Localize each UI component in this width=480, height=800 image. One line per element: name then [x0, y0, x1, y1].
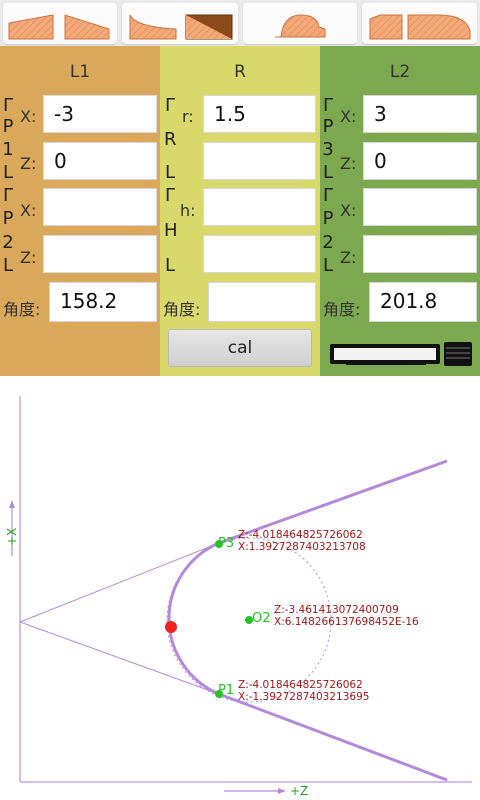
- r-panel: R Γ R L r: 1.5 Γ H L h: 角度:: [160, 46, 320, 376]
- l2-p2-bracket-p: P: [322, 208, 334, 229]
- tab-straight-taper[interactable]: [3, 3, 117, 44]
- l1-x1-input[interactable]: -3: [43, 95, 157, 133]
- tab-step-arc[interactable]: [362, 3, 477, 44]
- l1-x2-label: X:: [20, 201, 37, 220]
- l2-p2-bracket-bottom: L: [322, 255, 334, 276]
- l2-z2-label: Z:: [340, 248, 357, 267]
- l2-z1-label: Z:: [340, 154, 357, 173]
- p3-bracket-top: Γ: [322, 95, 334, 116]
- toolpath-graph[interactable]: +X +Z P3 Z:-4.018464825726062 X:1.392728…: [0, 376, 480, 800]
- o2-label: O2: [252, 611, 271, 626]
- l2-z2-input[interactable]: [363, 235, 477, 273]
- l1-z2-label: Z:: [20, 248, 37, 267]
- p3-bracket-bottom: L: [322, 162, 334, 183]
- h-label: h:: [180, 201, 196, 220]
- l2-x1-label: X:: [340, 107, 357, 126]
- p1-x-value: X:-1.3927287403213695: [238, 691, 369, 703]
- r-label: r:: [182, 107, 194, 126]
- h-bracket-bottom: L: [164, 255, 176, 276]
- monitor-keyboard-icon[interactable]: [326, 340, 476, 368]
- l1-x1-label: X:: [20, 107, 37, 126]
- l1-z2-input[interactable]: [43, 235, 157, 273]
- z-arrow-head-icon: [278, 788, 286, 794]
- lower-profile-line: [218, 692, 448, 782]
- l1-angle-label: 角度:: [3, 300, 41, 319]
- h-bracket-h: H: [164, 220, 178, 241]
- shape-tab-bar: [0, 0, 480, 46]
- l1-z1-input[interactable]: 0: [43, 142, 157, 180]
- r-angle-label: 角度:: [163, 300, 201, 319]
- l1-angle-input[interactable]: 158.2: [49, 282, 157, 322]
- o2-z-value: Z:-3.461413072400709: [274, 604, 399, 616]
- l2-angle-input[interactable]: 201.8: [369, 282, 477, 322]
- r-angle-input[interactable]: [208, 282, 316, 322]
- l2-panel: L2 Γ P 3 L X: 3 Z: 0 Γ P 2 L X: Z: 角度: 2…: [320, 46, 480, 376]
- p1-bracket-bottom: L: [2, 162, 14, 183]
- r-input[interactable]: 1.5: [203, 95, 316, 133]
- h-input-2[interactable]: [203, 235, 316, 273]
- l2-angle-label: 角度:: [323, 300, 361, 319]
- straight-taper-shapes-icon: [8, 14, 110, 40]
- p1-bracket-num: 1: [2, 139, 14, 160]
- l2-title: L2: [389, 62, 411, 82]
- z-axis-label: +Z: [290, 784, 308, 798]
- p2-bracket-p: P: [2, 208, 14, 229]
- step-arc-shapes-icon: [369, 14, 471, 40]
- l2-x1-input[interactable]: 3: [363, 95, 477, 133]
- current-position-marker[interactable]: [165, 621, 177, 633]
- r-bracket-top: Γ: [164, 95, 176, 116]
- p3-label: P3: [218, 536, 234, 551]
- l2-p2-bracket-num: 2: [322, 232, 334, 253]
- p2-bracket-top: Γ: [2, 185, 14, 206]
- l1-z1-label: Z:: [20, 154, 37, 173]
- p2-bracket-bottom: L: [2, 255, 14, 276]
- h-input[interactable]: [203, 188, 316, 226]
- p1-bracket-top: Γ: [2, 95, 14, 116]
- l1-panel: L1 Γ P 1 L X: -3 Z: 0 Γ P 2 L X: Z: 角度: …: [0, 46, 160, 376]
- h-bracket-top: Γ: [164, 185, 176, 206]
- p1-label: P1: [218, 683, 234, 698]
- l1-x2-input[interactable]: [43, 188, 157, 226]
- tab-inner-corner[interactable]: [122, 3, 238, 44]
- cal-button[interactable]: cal: [168, 329, 312, 367]
- upper-construction-line: [19, 542, 220, 623]
- p3-bracket-num: 3: [322, 139, 334, 160]
- lower-construction-line: [19, 621, 220, 695]
- p2-bracket-num: 2: [2, 232, 14, 253]
- x-arrow-head-icon: [9, 500, 15, 508]
- l2-p2-bracket-top: Γ: [322, 185, 334, 206]
- p1-bracket-p: P: [2, 116, 14, 137]
- profile-arc: [167, 541, 220, 696]
- tab-arc-bump[interactable]: [243, 3, 357, 44]
- r-bracket-bottom: L: [164, 162, 176, 183]
- r-input-2[interactable]: [203, 142, 316, 180]
- o2-x-value: X:6.148266137698452E-16: [274, 616, 419, 628]
- p3-z-value: Z:-4.018464825726062: [238, 529, 363, 541]
- p3-bracket-p: P: [322, 116, 334, 137]
- p3-x-value: X:1.3927287403213708: [238, 541, 366, 553]
- l2-x2-label: X:: [340, 201, 357, 220]
- r-bracket-r: R: [164, 129, 177, 150]
- r-title: R: [234, 62, 246, 82]
- app-root: L1 Γ P 1 L X: -3 Z: 0 Γ P 2 L X: Z: 角度: …: [0, 0, 480, 800]
- l2-z1-input[interactable]: 0: [363, 142, 477, 180]
- l2-x2-input[interactable]: [363, 188, 477, 226]
- inner-corner-shapes-icon: [129, 14, 233, 40]
- x-axis-label: +X: [5, 528, 19, 546]
- arc-bump-shape-icon: [275, 14, 326, 38]
- p1-z-value: Z:-4.018464825726062: [238, 679, 363, 691]
- l1-title: L1: [69, 62, 91, 82]
